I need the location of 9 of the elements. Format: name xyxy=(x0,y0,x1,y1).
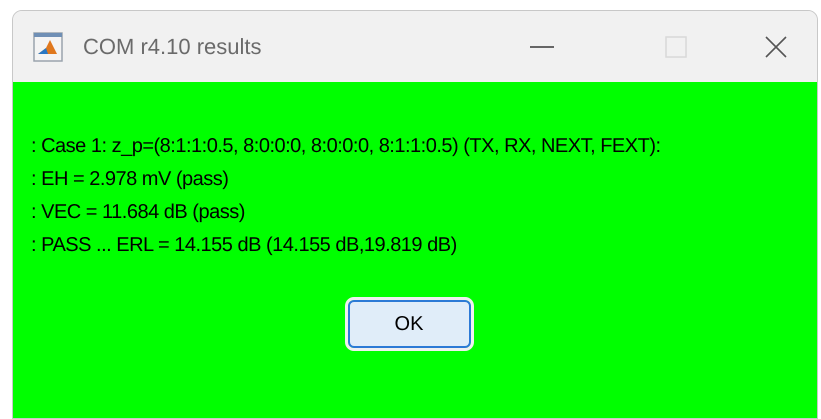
result-text: : EH = 2.978 mV (pass) xyxy=(31,167,230,192)
result-text: : VEC = 11.684 dB (pass) xyxy=(31,200,246,225)
app-icon xyxy=(33,32,63,62)
window-title: COM r4.10 results xyxy=(83,33,262,61)
maximize-icon xyxy=(665,36,687,58)
result-text: : Case 1: z_p=(8:1:1:0.5, 8:0:0:0, 8:0:0:0, 8:1:1:0.5) (TX, RX, NEXT, FEXT): xyxy=(31,134,662,159)
result-text: : PASS ... ERL = 14.155 dB (14.155 dB,19.819 dB) xyxy=(31,233,458,258)
minimize-icon xyxy=(530,46,554,48)
close-icon xyxy=(764,34,788,58)
